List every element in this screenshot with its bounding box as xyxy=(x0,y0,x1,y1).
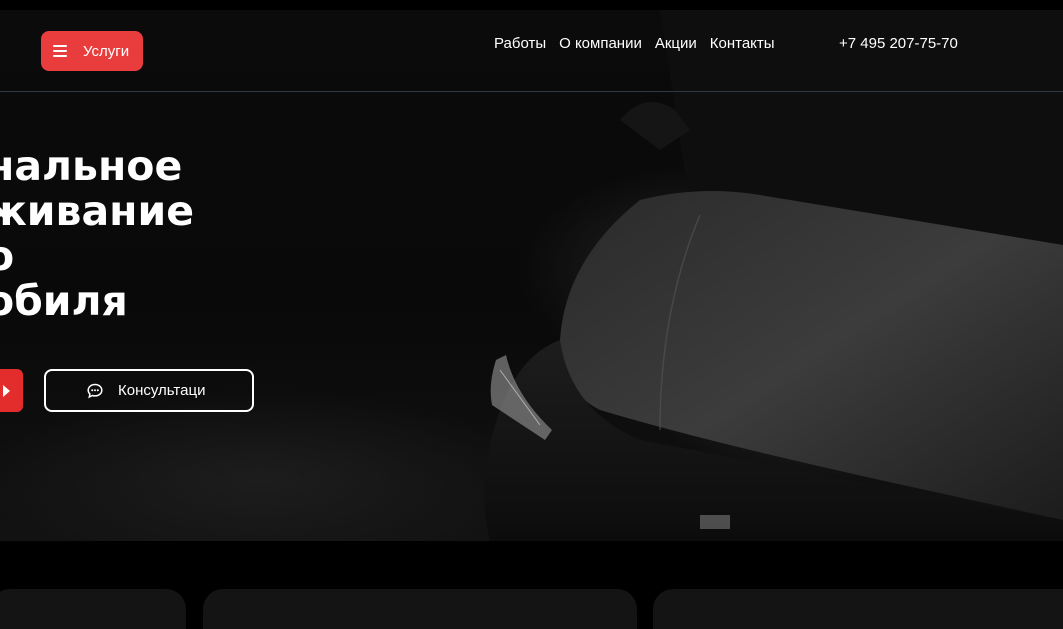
headline-line-1: нальное xyxy=(0,142,183,190)
service-card-2[interactable] xyxy=(203,589,637,629)
service-card-3[interactable] xyxy=(653,589,1063,629)
consultation-button[interactable]: Консультаци xyxy=(44,369,254,412)
nav-link-works[interactable]: Работы xyxy=(494,34,546,54)
arrow-right-icon xyxy=(3,385,10,397)
nav-link-contacts[interactable]: Контакты xyxy=(710,34,775,54)
headline-line-4: обиля xyxy=(0,277,128,325)
main-nav: Работы О компании Акции Контакты xyxy=(494,34,788,54)
consultation-label: Консультаци xyxy=(118,382,206,399)
phone-number-link[interactable]: +7 495 207-75-70 xyxy=(839,34,958,54)
nav-link-about[interactable]: О компании xyxy=(559,34,642,54)
nav-link-promotions[interactable]: Акции xyxy=(655,34,697,54)
services-menu-button[interactable]: Услуги xyxy=(41,31,143,71)
hero-headline: нальное живание о обиля xyxy=(0,144,194,324)
chat-bubble-icon xyxy=(87,383,103,399)
hero-section: Услуги Работы О компании Акции Контакты … xyxy=(0,10,1063,541)
headline-line-2: живание xyxy=(0,187,195,235)
header-divider xyxy=(0,91,1063,92)
service-card-1[interactable] xyxy=(0,589,186,629)
primary-cta-button[interactable] xyxy=(0,369,23,412)
services-label: Услуги xyxy=(83,42,130,60)
hamburger-icon xyxy=(53,45,67,57)
headline-line-3: о xyxy=(0,232,15,280)
